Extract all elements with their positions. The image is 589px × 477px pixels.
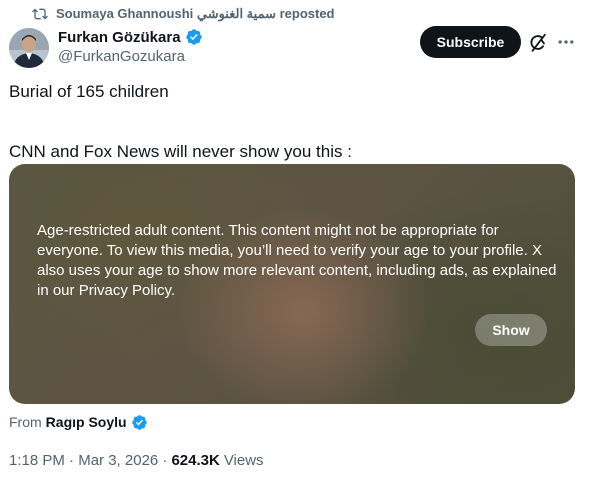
avatar[interactable] (9, 28, 49, 68)
media-attribution: From Ragıp Soylu (9, 412, 148, 432)
grok-icon[interactable] (527, 32, 549, 54)
show-media-button[interactable]: Show (475, 314, 547, 346)
tweet-text: Burial of 165 children CNN and Fox News … (9, 82, 569, 162)
more-icon[interactable] (556, 32, 576, 52)
verified-badge-icon[interactable] (131, 414, 148, 431)
meta-separator: · (158, 451, 168, 469)
tweet-date[interactable]: Mar 3, 2026 (78, 452, 158, 469)
author-block: Furkan Gözükara @FurkanGozukara (58, 27, 203, 65)
verified-badge-icon[interactable] (185, 28, 203, 46)
tweet-meta: 1:18 PM · Mar 3, 2026 · 624.3K Views (9, 450, 264, 470)
author-name[interactable]: Furkan Gözükara (58, 29, 181, 46)
tweet-time[interactable]: 1:18 PM (9, 452, 65, 469)
views-label: Views (223, 451, 264, 469)
attribution-name[interactable]: Ragıp Soylu (46, 414, 127, 430)
author-handle[interactable]: @FurkanGozukara (58, 48, 203, 65)
subscribe-button[interactable]: Subscribe (420, 26, 521, 58)
tweet-line-2: CNN and Fox News will never show you thi… (9, 142, 352, 161)
views-count: 624.3K (171, 451, 220, 469)
repost-text: Soumaya Ghannoushi سمية الغنوشي reposted (56, 6, 335, 21)
tweet-line-1: Burial of 165 children (9, 82, 169, 101)
age-restriction-message: Age-restricted adult content. This conte… (37, 222, 557, 299)
meta-separator: · (64, 451, 79, 469)
attribution-prefix: From (9, 414, 42, 430)
repost-icon (32, 8, 48, 20)
media-blurred[interactable]: Age-restricted adult content. This conte… (9, 164, 575, 404)
repost-indicator[interactable]: Soumaya Ghannoushi سمية الغنوشي reposted (32, 4, 335, 24)
